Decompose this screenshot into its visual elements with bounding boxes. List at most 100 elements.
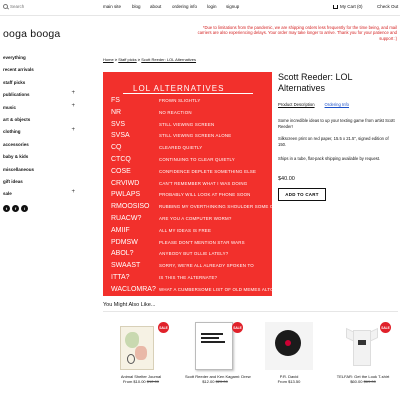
sidebar-item-clothing[interactable]: clothing + — [3, 127, 75, 141]
artwork-row: CTCQ CONTINUING TO CLEAR QUIETLY — [111, 156, 271, 168]
sidebar-item-art-objects[interactable]: art & objects — [3, 117, 75, 129]
artwork-abbreviation: RMOOSISO — [111, 203, 150, 211]
breadcrumb-staff-picks[interactable]: Staff picks — [118, 57, 136, 62]
artwork-abbreviation: PDMSW — [111, 238, 138, 246]
sidebar-item-everything[interactable]: everything — [3, 55, 75, 67]
nav-main-site[interactable]: main site — [103, 4, 121, 9]
social-links: tfi — [3, 204, 75, 212]
artwork-row: FS FROWN SLIGHTLY — [111, 97, 271, 109]
nav-ordering-info[interactable]: ordering info — [172, 4, 197, 9]
product-thumbnail[interactable] — [259, 316, 319, 372]
sidebar-item-label: gift ideas — [3, 178, 23, 184]
artwork-meaning: CAN'T REMEMBER WHAT I WAS DOING — [159, 180, 248, 186]
expand-plus-icon[interactable]: + — [71, 189, 75, 195]
artwork-abbreviation: SVS — [111, 120, 126, 128]
sidebar-item-music[interactable]: music + — [3, 103, 75, 117]
sidebar-item-staff-picks[interactable]: staff picks — [3, 80, 75, 92]
tab-product-description[interactable]: Product Description — [278, 102, 315, 107]
cart-icon — [333, 4, 338, 9]
site-logo[interactable]: ooga booga — [3, 28, 60, 40]
sidebar-item-label: miscellaneous — [3, 166, 35, 172]
product-description-2: Silkscreen print on red paper, 15.5 x 21… — [278, 136, 389, 147]
artwork-abbreviation: PWLAPS — [111, 191, 141, 199]
artwork-row: PDMSW PLEASE DON'T MENTION STAR WARS — [111, 239, 271, 251]
sidebar-item-recent-arrivals[interactable]: recent arrivals — [3, 67, 75, 79]
product-tabs: Product Description Ordering Info — [278, 102, 349, 107]
artwork-abbreviation: SVSA — [111, 132, 130, 140]
artwork-row: CQ CLEARED QUIETLY — [111, 144, 271, 156]
artwork-abbreviation: RUACW? — [111, 214, 142, 222]
twitter-icon[interactable]: t — [3, 204, 10, 212]
artwork-row: COSE CONFIDENCE DEPLETE SOMETHING ELSE — [111, 168, 271, 180]
tab-ordering-info[interactable]: Ordering Info — [325, 102, 349, 107]
price-original: $20.00 — [215, 379, 228, 384]
add-to-cart-button[interactable]: ADD TO CART — [278, 188, 326, 201]
product-thumbnail[interactable]: SALE — [111, 316, 171, 372]
related-product-price: From $10.00 $12.00 — [111, 379, 171, 384]
artwork-row: WACLOMRA? WHAT A CUMBERSOME LIST OF OLD M… — [111, 285, 296, 298]
search-box[interactable] — [3, 4, 70, 9]
product-image[interactable]: LOL ALTERNATIVES FS FROWN SLIGHTLY NR NO RE… — [103, 72, 296, 298]
nav-login[interactable]: login — [207, 4, 217, 9]
sale-badge: SALE — [232, 322, 243, 333]
breadcrumb-home[interactable]: Home — [103, 57, 114, 62]
expand-plus-icon[interactable]: + — [71, 127, 75, 133]
artwork-row: PWLAPS PROBABLY WILL LOOK AT PHONE SOON — [111, 191, 271, 203]
artwork-row: SVSA STILL VIEWING SCREEN ALONE — [111, 132, 271, 144]
related-product[interactable]: P.R. David From $13.50 — [259, 316, 319, 384]
artwork-meaning: NO REACTION — [159, 109, 192, 115]
product-thumbnail[interactable]: SALE — [333, 316, 393, 372]
artwork-meaning: ALL MY IDEAS IS FREE — [159, 227, 212, 233]
sale-badge: SALE — [380, 322, 391, 333]
artwork-row: NR NO REACTION — [111, 109, 271, 121]
nav-signup[interactable]: signup — [226, 4, 239, 9]
search-input[interactable] — [10, 4, 70, 9]
sidebar-item-baby-kids[interactable]: baby & kids — [3, 154, 75, 166]
price-current: From $10.00 — [122, 379, 146, 384]
illustration-shape — [127, 354, 135, 364]
related-product[interactable]: SALE Animal Shelter Journal From $10.00 … — [111, 316, 171, 384]
instagram-icon[interactable]: i — [21, 204, 28, 212]
illustration-shape — [135, 346, 147, 360]
nav-about[interactable]: about — [150, 4, 161, 9]
breadcrumb-current[interactable]: Scott Reeder: LOL Alternatives — [141, 57, 196, 62]
sidebar-item-sale[interactable]: sale + — [3, 189, 75, 203]
related-product[interactable]: SALE Scott Reeder and Ken Kagami: Drew $… — [185, 316, 251, 384]
artwork-abbreviation: CQ — [111, 144, 122, 152]
artwork-meaning: ANYBODY BUT OLLIE LATELY? — [159, 251, 229, 257]
expand-plus-icon[interactable]: + — [71, 90, 75, 96]
related-product-price: $12.00 $20.00 — [185, 379, 245, 384]
expand-plus-icon[interactable]: + — [71, 103, 75, 109]
cart-link[interactable]: My Cart (0) — [333, 4, 363, 9]
product-description-3: Ships in a tube, flat-pack shipping avai… — [278, 156, 381, 161]
sidebar-item-accessories[interactable]: accessories — [3, 142, 75, 154]
artwork-row: ABOL? ANYBODY BUT OLLIE LATELY? — [111, 250, 271, 262]
tshirt-image — [345, 324, 379, 368]
tshirt-print — [358, 340, 366, 345]
product-thumbnail[interactable]: SALE — [185, 316, 245, 372]
artwork-abbreviation: SWAAST — [111, 262, 141, 270]
artwork-meaning: CLEARED QUIETLY — [159, 145, 203, 151]
related-product-price: From $13.50 — [259, 379, 319, 384]
nav-blog[interactable]: blog — [132, 4, 141, 9]
checkout-link[interactable]: Check Out — [377, 4, 398, 9]
artwork-abbreviation: CTCQ — [111, 155, 131, 163]
facebook-icon[interactable]: f — [12, 204, 19, 212]
artwork-meaning: SORRY, WE'RE ALL ALREADY SPOKEN TO — [159, 263, 254, 269]
related-divider — [103, 311, 398, 312]
related-product[interactable]: SALE TELFAR: Get the Look T-shirt $60.00… — [333, 316, 393, 384]
breadcrumb-separator: > — [114, 57, 118, 62]
shipping-notice: *Due to limitations from the pandemic, w… — [197, 25, 397, 41]
sidebar-item-publications[interactable]: publications + — [3, 90, 75, 104]
sidebar-item-label: art & objects — [3, 116, 31, 122]
sidebar-item-label: accessories — [3, 141, 29, 147]
artwork-row: RUACW? ARE YOU A COMPUTER WORM? — [111, 215, 271, 227]
sidebar-item-gift-ideas[interactable]: gift ideas — [3, 179, 75, 191]
cover-text-line — [201, 341, 225, 343]
artwork-abbreviation: WACLOMRA? — [111, 285, 156, 293]
artwork-title: LOL ALTERNATIVES — [133, 84, 225, 93]
tshirt-body — [353, 330, 371, 366]
artwork-abbreviation: AMIIF — [111, 226, 130, 234]
artwork-meaning: CONTINUING TO CLEAR QUIETLY — [159, 156, 235, 162]
sidebar-item-miscellaneous[interactable]: miscellaneous — [3, 167, 75, 179]
